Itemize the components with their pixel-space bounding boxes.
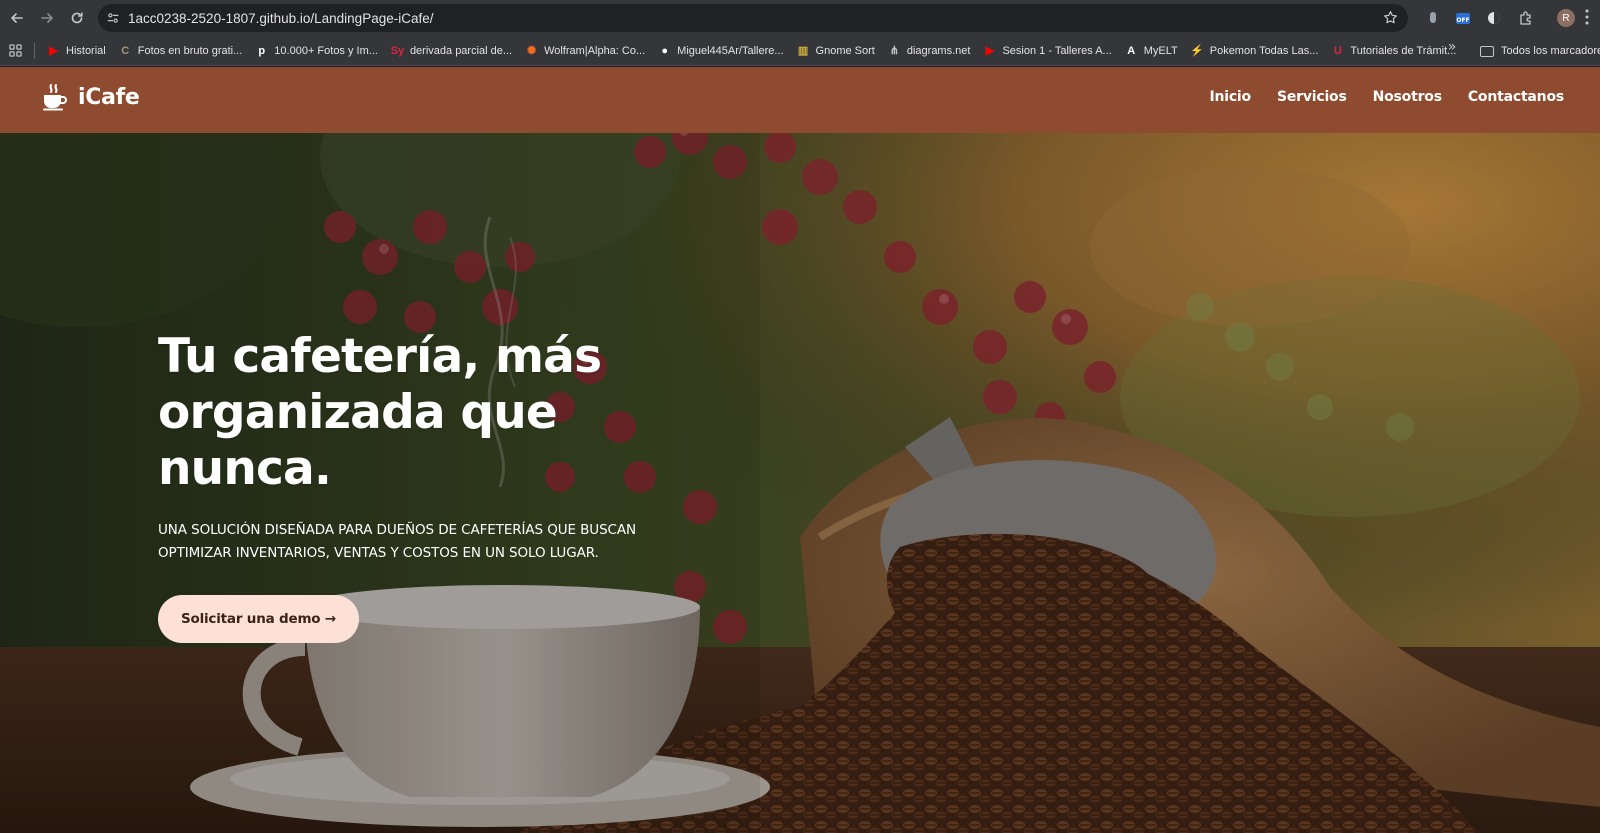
github-icon: ● bbox=[661, 44, 668, 57]
wolfram-icon: ✺ bbox=[526, 45, 537, 57]
forward-button[interactable] bbox=[32, 3, 62, 33]
nav-link-servicios[interactable]: Servicios bbox=[1277, 89, 1347, 105]
landing-page: iCafe Inicio Servicios Nosotros Contacta… bbox=[0, 67, 1600, 833]
bookmark-label: MyELT bbox=[1143, 44, 1178, 57]
bookmarks-bar: ▶ Historial C Fotos en bruto grati... p 10.00… bbox=[0, 36, 1600, 66]
pixabay-icon: p bbox=[258, 44, 266, 57]
bookmark-label: derivada parcial de... bbox=[409, 44, 513, 57]
bookmark-item[interactable]: ▥ Gnome Sort bbox=[791, 39, 882, 63]
brand-logo[interactable]: iCafe bbox=[42, 83, 140, 111]
bookmark-label: Pokemon Todas Las... bbox=[1209, 44, 1319, 57]
more-bookmarks-chevron-icon[interactable]: » bbox=[1442, 39, 1462, 55]
apps-grid-icon[interactable] bbox=[2, 38, 28, 64]
youtube-icon: ▶ bbox=[49, 45, 58, 57]
diagrams-icon: ⋔ bbox=[889, 45, 899, 57]
bookmark-item[interactable]: ⋔ diagrams.net bbox=[882, 39, 978, 63]
nav-link-nosotros[interactable]: Nosotros bbox=[1373, 89, 1442, 105]
hero-subtitle: UNA SOLUCIÓN DISEÑADA PARA DUEÑOS DE CAF… bbox=[158, 522, 637, 561]
hero-section: Tu cafetería, más organizada que nunca. … bbox=[158, 329, 668, 643]
gnome-sort-icon: ▥ bbox=[797, 45, 809, 57]
extensions-puzzle-icon[interactable] bbox=[1515, 7, 1537, 29]
bookmark-label: Gnome Sort bbox=[815, 44, 875, 57]
bookmark-label: Historial bbox=[66, 44, 106, 57]
browser-menu-icon[interactable] bbox=[1584, 8, 1590, 30]
bookmark-label: Wolfram|Alpha: Co... bbox=[544, 44, 646, 57]
arrow-left-icon bbox=[11, 13, 23, 23]
bookmark-list: ▶ Historial C Fotos en bruto grati... p 10.00… bbox=[41, 39, 1463, 63]
bookmark-item[interactable]: A MyELT bbox=[1119, 39, 1185, 63]
symbolab-icon: Sy bbox=[390, 44, 405, 57]
bookmark-label: Tutoriales de Trámit... bbox=[1350, 44, 1457, 57]
bookmark-label: Sesion 1 - Talleres A... bbox=[1002, 44, 1112, 57]
rawpixel-icon: C bbox=[121, 44, 130, 57]
coffee-cup-icon bbox=[43, 84, 67, 111]
bookmark-item[interactable]: Sy derivada parcial de... bbox=[385, 39, 519, 63]
bookmark-item[interactable]: ● Miguel445Ar/Tallere... bbox=[652, 39, 790, 63]
folder-icon bbox=[1480, 45, 1494, 57]
svg-text:OFF: OFF bbox=[1456, 17, 1469, 24]
bookmark-label: diagrams.net bbox=[906, 44, 971, 57]
bookmarks-separator bbox=[34, 42, 35, 59]
address-bar[interactable]: 1acc0238-2520-1807.github.io/LandingPage… bbox=[98, 4, 1408, 32]
browser-toolbar: 1acc0238-2520-1807.github.io/LandingPage… bbox=[0, 0, 1600, 36]
reload-button[interactable] bbox=[62, 3, 92, 33]
brand-name: iCafe bbox=[78, 84, 140, 110]
arrow-right-icon bbox=[41, 13, 53, 23]
main-nav: Inicio Servicios Nosotros Contactanos bbox=[1183, 89, 1564, 105]
bookmark-label: Miguel445Ar/Tallere... bbox=[677, 44, 784, 57]
myelt-icon: A bbox=[1127, 44, 1136, 57]
extension-mouse-icon[interactable] bbox=[1422, 7, 1444, 29]
site-header: iCafe Inicio Servicios Nosotros Contacta… bbox=[0, 67, 1600, 133]
bookmark-star-icon[interactable] bbox=[1383, 10, 1398, 29]
university-icon: U bbox=[1333, 44, 1342, 57]
bookmark-label: Fotos en bruto grati... bbox=[137, 44, 243, 57]
profile-avatar[interactable]: R bbox=[1557, 9, 1575, 27]
extension-circle-icon[interactable] bbox=[1483, 7, 1505, 29]
all-bookmarks-folder[interactable]: Todos los marcadores bbox=[1480, 39, 1600, 63]
extension-off-badge-icon[interactable]: OFF bbox=[1452, 7, 1474, 29]
bookmark-item[interactable]: ✺ Wolfram|Alpha: Co... bbox=[519, 39, 652, 63]
url-text[interactable]: 1acc0238-2520-1807.github.io/LandingPage… bbox=[128, 11, 433, 26]
bookmark-item[interactable]: C Fotos en bruto grati... bbox=[113, 39, 250, 63]
bookmark-item[interactable]: p 10.000+ Fotos y Im... bbox=[249, 39, 385, 63]
bookmark-item[interactable]: ▶ Historial bbox=[41, 39, 113, 63]
hero-title: Tu cafetería, más organizada que nunca. bbox=[158, 329, 602, 496]
bookmark-item[interactable]: ▶ Sesion 1 - Talleres A... bbox=[977, 39, 1118, 63]
bookmark-item[interactable]: ⚡ Pokemon Todas Las... bbox=[1185, 39, 1326, 63]
bookmark-label: 10.000+ Fotos y Im... bbox=[274, 44, 378, 57]
back-button[interactable] bbox=[2, 3, 32, 33]
all-bookmarks-label: Todos los marcadores bbox=[1501, 45, 1600, 57]
nav-link-inicio[interactable]: Inicio bbox=[1209, 89, 1251, 105]
pokemon-icon: ⚡ bbox=[1190, 45, 1205, 57]
request-demo-button[interactable]: Solicitar una demo → bbox=[158, 595, 359, 643]
youtube-icon: ▶ bbox=[985, 45, 995, 57]
nav-link-contactanos[interactable]: Contactanos bbox=[1468, 89, 1564, 105]
site-info-icon[interactable] bbox=[98, 4, 128, 32]
reload-icon bbox=[71, 12, 83, 24]
